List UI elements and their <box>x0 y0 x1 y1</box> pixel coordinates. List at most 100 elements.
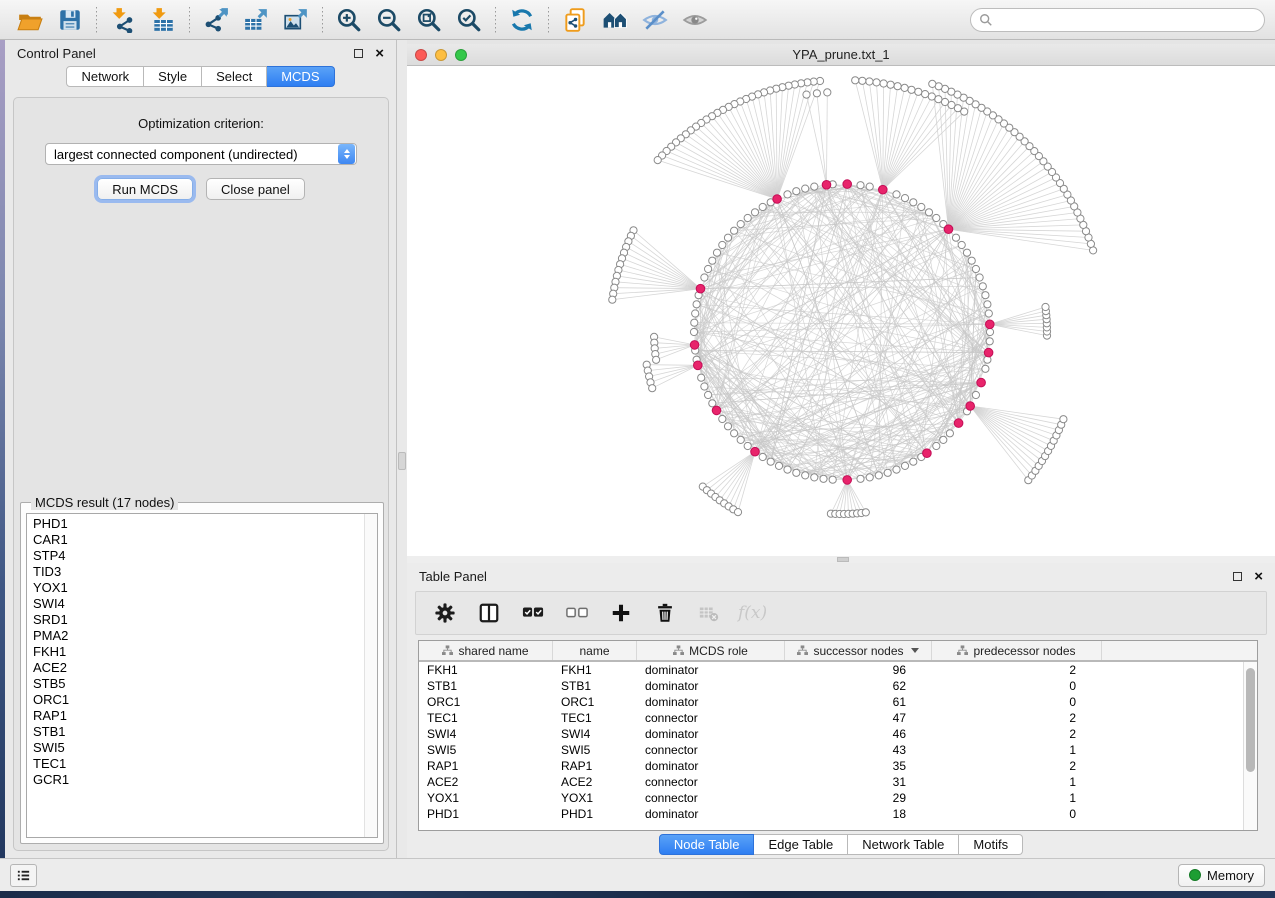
result-node-orc1[interactable]: ORC1 <box>27 692 364 708</box>
run-mcds-button[interactable]: Run MCDS <box>97 178 193 200</box>
graph-node[interactable] <box>922 91 929 98</box>
result-node-fkh1[interactable]: FKH1 <box>27 644 364 660</box>
table-cell[interactable]: ACE2 <box>553 774 637 790</box>
table-cell[interactable]: 0 <box>932 694 1102 710</box>
graph-node[interactable] <box>705 391 712 398</box>
table-cell[interactable]: PHD1 <box>553 806 637 822</box>
table-cell[interactable]: RAP1 <box>553 758 637 774</box>
export-image-button[interactable] <box>276 4 316 36</box>
table-cell[interactable]: 18 <box>785 806 932 822</box>
graph-hub-node[interactable] <box>696 284 705 293</box>
graph-node[interactable] <box>901 84 908 91</box>
result-node-tid3[interactable]: TID3 <box>27 564 364 580</box>
table-cell[interactable]: SWI4 <box>419 726 553 742</box>
graph-node[interactable] <box>693 301 700 308</box>
graph-node[interactable] <box>976 274 983 281</box>
zoom-in-button[interactable] <box>329 4 369 36</box>
table-cell[interactable]: 2 <box>932 726 1102 742</box>
table-cell[interactable]: 1 <box>932 774 1102 790</box>
zoom-out-button[interactable] <box>369 4 409 36</box>
graph-node[interactable] <box>866 78 873 85</box>
table-cell[interactable]: FKH1 <box>553 662 637 678</box>
table-row-tec1[interactable]: TEC1TEC1connector472 <box>419 710 1257 726</box>
table-cell[interactable]: 31 <box>785 774 932 790</box>
table-cell[interactable]: ORC1 <box>419 694 553 710</box>
graph-node[interactable] <box>972 391 979 398</box>
graph-node[interactable] <box>713 249 720 256</box>
graph-node[interactable] <box>940 436 947 443</box>
table-cell[interactable]: connector <box>637 774 785 790</box>
graph-node[interactable] <box>952 234 959 241</box>
graph-node[interactable] <box>986 338 993 345</box>
graph-node[interactable] <box>908 86 915 93</box>
graph-node[interactable] <box>985 310 992 317</box>
graph-node[interactable] <box>813 90 820 97</box>
graph-node[interactable] <box>734 509 741 516</box>
graph-node[interactable] <box>719 241 726 248</box>
result-node-swi4[interactable]: SWI4 <box>27 596 364 612</box>
graph-node[interactable] <box>875 472 882 479</box>
graph-hub-node[interactable] <box>843 476 852 485</box>
graph-node[interactable] <box>982 292 989 299</box>
result-list-scrollbar[interactable] <box>364 514 377 837</box>
graph-node[interactable] <box>811 474 818 481</box>
table-cell[interactable]: 61 <box>785 694 932 710</box>
graph-node[interactable] <box>654 157 661 164</box>
table-tab-edge-table[interactable]: Edge Table <box>754 834 848 855</box>
graph-node[interactable] <box>609 296 616 303</box>
column-header-predecessor-nodes[interactable]: predecessor nodes <box>932 641 1102 660</box>
graph-node[interactable] <box>862 509 869 516</box>
graph-node[interactable] <box>918 203 925 210</box>
table-cell[interactable]: 0 <box>932 678 1102 694</box>
table-cell[interactable]: YOX1 <box>553 790 637 806</box>
table-cell[interactable]: SWI5 <box>419 742 553 758</box>
graph-node[interactable] <box>901 195 908 202</box>
zoom-selected-button[interactable] <box>449 4 489 36</box>
result-node-srd1[interactable]: SRD1 <box>27 612 364 628</box>
table-scrollbar-thumb[interactable] <box>1246 668 1255 772</box>
vertical-splitter[interactable] <box>397 40 407 858</box>
table-cell[interactable]: connector <box>637 710 785 726</box>
result-node-yox1[interactable]: YOX1 <box>27 580 364 596</box>
delete-column-button[interactable] <box>650 598 680 628</box>
graph-node[interactable] <box>691 319 698 326</box>
network-graph[interactable] <box>407 66 1275 556</box>
graph-node[interactable] <box>649 385 656 392</box>
graph-node[interactable] <box>709 400 716 407</box>
graph-node[interactable] <box>933 214 940 221</box>
graph-node[interactable] <box>986 328 993 335</box>
column-header-shared-name[interactable]: shared name <box>419 641 553 660</box>
graph-node[interactable] <box>737 436 744 443</box>
graph-node[interactable] <box>857 475 864 482</box>
show-column-panel-button[interactable] <box>474 598 504 628</box>
table-cell[interactable]: YOX1 <box>419 790 553 806</box>
import-network-button[interactable] <box>103 4 143 36</box>
graph-hub-node[interactable] <box>984 348 993 357</box>
table-tab-motifs[interactable]: Motifs <box>959 834 1023 855</box>
graph-node[interactable] <box>968 257 975 264</box>
graph-node[interactable] <box>698 374 705 381</box>
table-cell[interactable]: STB1 <box>419 678 553 694</box>
graph-node[interactable] <box>1060 416 1067 423</box>
table-cell[interactable]: connector <box>637 742 785 758</box>
graph-node[interactable] <box>811 183 818 190</box>
graph-hub-node[interactable] <box>923 449 932 458</box>
tab-style[interactable]: Style <box>144 66 202 87</box>
save-session-button[interactable] <box>50 4 90 36</box>
graph-hub-node[interactable] <box>751 447 760 456</box>
table-cell[interactable]: 43 <box>785 742 932 758</box>
graph-node[interactable] <box>972 265 979 272</box>
refresh-button[interactable] <box>502 4 542 36</box>
table-cell[interactable]: PHD1 <box>419 806 553 822</box>
graph-node[interactable] <box>859 77 866 84</box>
graph-hub-node[interactable] <box>773 195 782 204</box>
result-node-swi5[interactable]: SWI5 <box>27 740 364 756</box>
table-row-stb1[interactable]: STB1STB1dominator620 <box>419 678 1257 694</box>
table-row-swi4[interactable]: SWI4SWI4dominator462 <box>419 726 1257 742</box>
close-panel-button[interactable]: Close panel <box>206 178 305 200</box>
close-table-panel-icon[interactable]: × <box>1254 572 1263 581</box>
table-cell[interactable]: 96 <box>785 662 932 678</box>
graph-node[interactable] <box>724 423 731 430</box>
graph-node[interactable] <box>803 91 810 98</box>
graph-node[interactable] <box>724 234 731 241</box>
